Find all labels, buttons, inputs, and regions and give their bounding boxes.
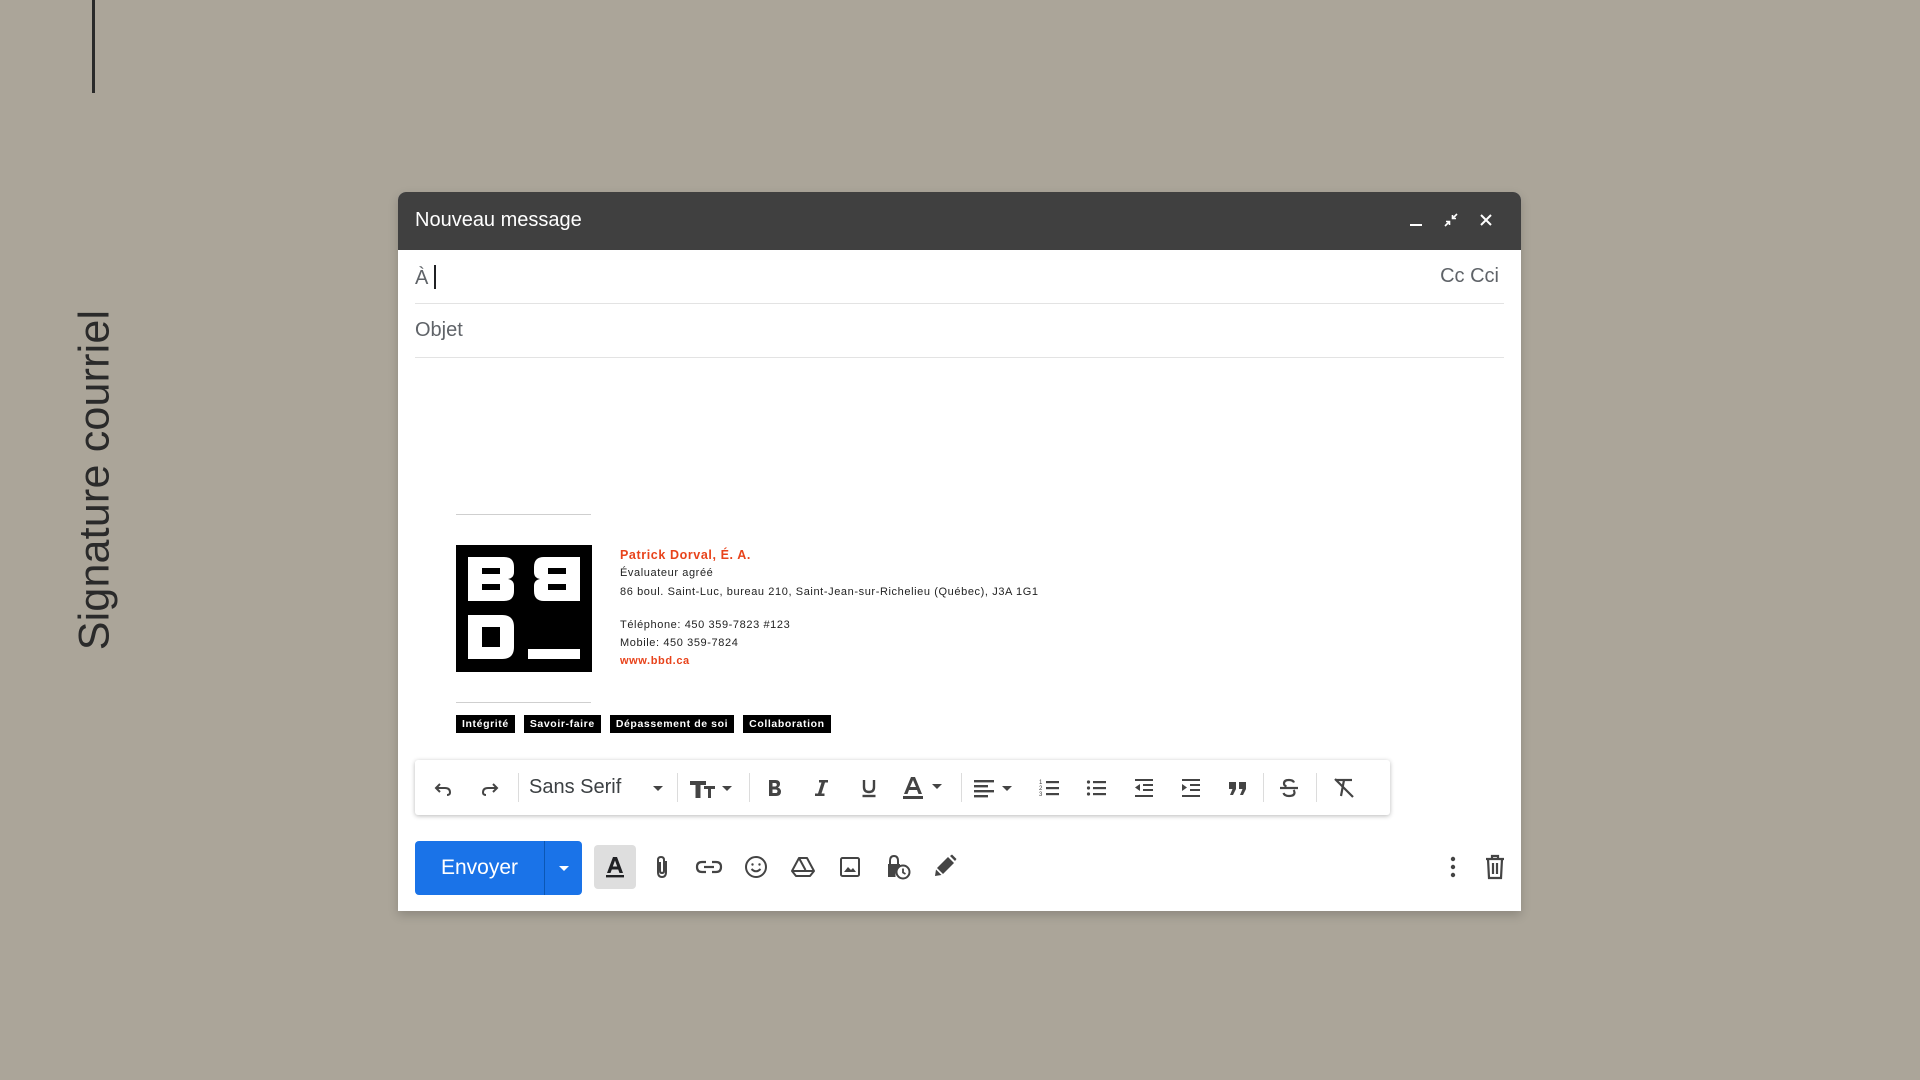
signature-role: Évaluateur agréé	[620, 567, 714, 579]
subject-label: Objet	[415, 319, 463, 341]
svg-text:3: 3	[1039, 792, 1043, 798]
signature-divider-top	[456, 514, 591, 515]
text-color-icon[interactable]	[897, 760, 953, 815]
signature-divider-bottom	[456, 702, 591, 703]
confidential-mode-icon[interactable]	[876, 845, 918, 889]
to-label: À	[415, 267, 429, 289]
tag-savoir-faire: Savoir-faire	[523, 715, 601, 733]
toolbar-separator	[518, 773, 519, 802]
to-field[interactable]: À Cc Cci	[415, 250, 1504, 304]
toolbar-separator	[1263, 773, 1264, 802]
side-rule	[92, 0, 95, 93]
text-caret	[434, 265, 437, 289]
signature-address: 86 boul. Saint-Luc, bureau 210, Saint-Je…	[620, 586, 1039, 598]
underline-icon[interactable]	[851, 760, 887, 815]
exit-fullscreen-icon[interactable]	[1438, 207, 1464, 233]
compose-titlebar[interactable]: Nouveau message	[398, 192, 1521, 250]
tag-integrite: Intégrité	[456, 715, 515, 733]
bold-icon[interactable]	[756, 760, 792, 815]
align-icon[interactable]	[967, 760, 1023, 815]
signature-icon[interactable]	[923, 845, 965, 889]
subject-field[interactable]: Objet	[415, 304, 1504, 358]
attach-icon[interactable]	[641, 845, 683, 889]
undo-icon[interactable]	[425, 760, 461, 815]
bulleted-list-icon[interactable]	[1079, 760, 1115, 815]
signature-name: Patrick Dorval, É. A.	[620, 548, 751, 562]
font-selector[interactable]: Sans Serif	[529, 776, 621, 799]
trash-icon[interactable]	[1474, 845, 1516, 889]
toolbar-separator	[1316, 773, 1317, 802]
signature-phone: Téléphone: 450 359-7823 #123	[620, 619, 791, 631]
remove-formatting-icon[interactable]	[1326, 760, 1362, 815]
strikethrough-icon[interactable]	[1271, 760, 1307, 815]
more-options-icon[interactable]	[1432, 845, 1474, 889]
formatting-options-icon[interactable]	[594, 845, 636, 889]
formatting-toolbar: Sans Serif 1 2 3	[415, 760, 1390, 815]
tag-depassement: Dépassement de soi	[609, 715, 735, 733]
send-button-group: Envoyer	[415, 841, 582, 895]
toolbar-separator	[677, 773, 678, 802]
side-title: Signature courriel	[70, 309, 119, 651]
signature-mobile: Mobile: 450 359-7824	[620, 637, 739, 649]
link-icon[interactable]	[688, 845, 730, 889]
emoji-icon[interactable]	[735, 845, 777, 889]
indent-less-icon[interactable]	[1126, 760, 1162, 815]
redo-icon[interactable]	[472, 760, 508, 815]
minimize-icon[interactable]	[1403, 207, 1429, 233]
value-tags: Intégrité Savoir-faire Dépassement de so…	[456, 715, 831, 733]
text-size-icon[interactable]	[685, 760, 741, 815]
numbered-list-icon[interactable]: 1 2 3	[1032, 760, 1068, 815]
indent-more-icon[interactable]	[1173, 760, 1209, 815]
italic-icon[interactable]	[803, 760, 839, 815]
toolbar-separator	[749, 773, 750, 802]
compose-title: Nouveau message	[415, 209, 582, 231]
toolbar-separator	[961, 773, 962, 802]
tag-collaboration: Collaboration	[743, 715, 831, 733]
compose-window: Nouveau message À Cc Cci Objet Patrick D…	[398, 192, 1521, 911]
signature-website[interactable]: www.bbd.ca	[620, 655, 690, 667]
close-icon[interactable]	[1473, 207, 1499, 233]
quote-icon[interactable]	[1220, 760, 1256, 815]
send-button[interactable]: Envoyer	[415, 841, 544, 895]
drive-icon[interactable]	[782, 845, 824, 889]
cc-bcc-link[interactable]: Cc Cci	[1440, 265, 1499, 288]
bbd-logo	[456, 545, 592, 672]
font-dropdown-icon[interactable]	[648, 760, 668, 815]
photo-icon[interactable]	[829, 845, 871, 889]
schedule-send-dropdown-icon[interactable]	[545, 841, 582, 895]
